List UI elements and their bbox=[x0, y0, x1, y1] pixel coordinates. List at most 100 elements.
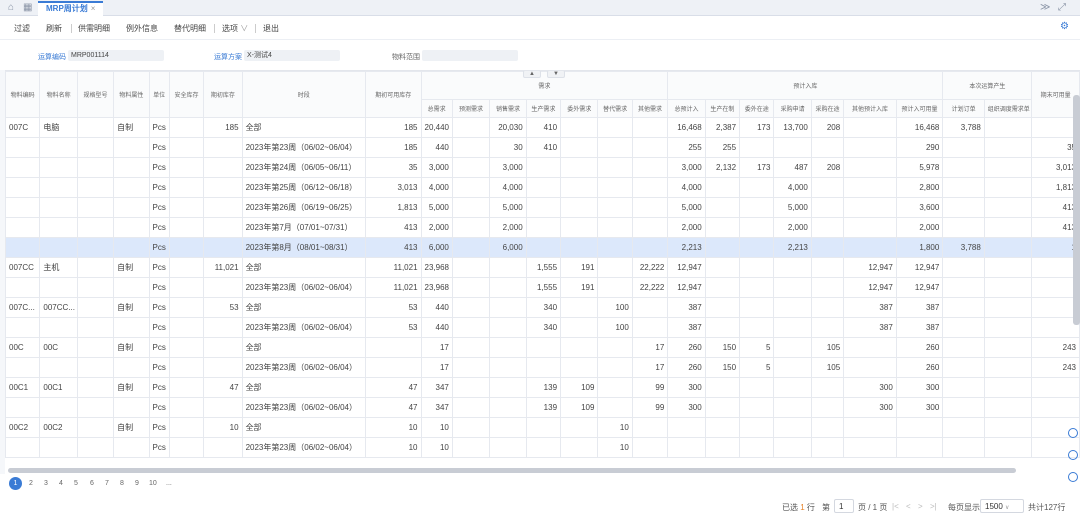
table-row[interactable]: 00C2 00C2 自制 Pcs 10 全部 10 10 10 bbox=[5, 417, 1080, 438]
table-cell: 413 bbox=[364, 237, 422, 258]
col-header[interactable]: 期初库存 bbox=[203, 71, 243, 118]
table-row[interactable]: 007C 电脑 自制 Pcs 185 全部 185 20,440 20,030 410 16,468… bbox=[5, 117, 1080, 138]
col-header[interactable]: 规格型号 bbox=[76, 71, 115, 118]
table-cell bbox=[983, 357, 1033, 378]
table-cell: Pcs bbox=[148, 377, 170, 398]
table-row[interactable]: 00C 00C 自制 Pcs 全部 17 17 260 150 5 105 260 243 bbox=[5, 337, 1080, 358]
expand-down-icon[interactable]: ▼ bbox=[547, 71, 565, 78]
page-button[interactable]: 10 bbox=[149, 480, 157, 487]
settings-icon[interactable]: ⚙ bbox=[1060, 21, 1069, 32]
substitute-detail-button[interactable]: 替代明细 bbox=[174, 23, 206, 34]
material-range-field[interactable] bbox=[422, 50, 518, 61]
exception-info-button[interactable]: 例外信息 bbox=[126, 23, 158, 34]
table-row[interactable]: Pcs 2023年第23周（06/02~06/04） 11,021 23,968 1,5… bbox=[5, 277, 1080, 298]
page-button[interactable]: 9 bbox=[135, 480, 139, 487]
col-header[interactable]: 组织调度需求单 bbox=[983, 99, 1033, 118]
calc-code-field[interactable]: MRP001114 bbox=[68, 50, 164, 61]
supply-demand-detail-button[interactable]: 供需明细 bbox=[78, 23, 110, 34]
col-header[interactable]: 物料属性 bbox=[113, 71, 150, 118]
filter-button[interactable]: 过滤 bbox=[14, 23, 30, 34]
table-cell: 2023年第23周（06/02~06/04） bbox=[241, 397, 366, 418]
col-header[interactable]: 销售需求 bbox=[489, 99, 527, 118]
last-page-button[interactable]: >| bbox=[930, 502, 937, 511]
table-cell bbox=[168, 317, 205, 338]
table-cell: 208 bbox=[810, 157, 845, 178]
table-row[interactable]: Pcs 2023年第23周（06/02~06/04） 53 440 340 100 387 3… bbox=[5, 317, 1080, 338]
fullscreen-icon[interactable]: ⤢ bbox=[1058, 2, 1066, 13]
col-header[interactable]: 计划订单 bbox=[942, 99, 985, 118]
table-row[interactable]: 007C... 007CC... 自制 Pcs 53 全部 53 440 340 100 387 38… bbox=[5, 297, 1080, 318]
col-header[interactable]: 采购在途 bbox=[810, 99, 845, 118]
chat-icon[interactable] bbox=[1068, 472, 1078, 482]
col-header[interactable]: 委外需求 bbox=[560, 99, 599, 118]
table-cell: 173 bbox=[739, 157, 775, 178]
table-row[interactable]: 007CC 主机 自制 Pcs 11,021 全部 11,021 23,968 1,555 191… bbox=[5, 257, 1080, 278]
vertical-scrollbar[interactable] bbox=[1073, 95, 1080, 325]
page-1-button[interactable]: 1 bbox=[9, 477, 22, 490]
refresh-button[interactable]: 刷新 bbox=[46, 23, 62, 34]
table-cell bbox=[810, 277, 845, 298]
prev-page-button[interactable]: < bbox=[906, 502, 911, 511]
table-row[interactable]: Pcs 2023年第23周（06/02~06/04） 17 17 260 150 5 105 2… bbox=[5, 357, 1080, 378]
page-button[interactable]: 8 bbox=[120, 480, 124, 487]
table-row[interactable]: Pcs 2023年第7月（07/01~07/31） 413 2,000 2,000 2,0… bbox=[5, 217, 1080, 238]
collapse-up-icon[interactable]: ▲ bbox=[523, 71, 541, 78]
page-button[interactable]: 7 bbox=[105, 480, 109, 487]
col-header[interactable]: 其他需求 bbox=[631, 99, 669, 118]
table-cell: 2,132 bbox=[704, 157, 741, 178]
table-row[interactable]: Pcs 2023年第25周（06/12~06/18） 3,013 4,000 4,000… bbox=[5, 177, 1080, 198]
first-page-button[interactable]: |< bbox=[892, 502, 899, 511]
collapse-icon[interactable]: ≫ bbox=[1040, 2, 1050, 13]
per-page-select[interactable]: 1500 ∨ bbox=[980, 499, 1024, 513]
table-cell: 2023年第26周（06/19~06/25） bbox=[241, 197, 366, 218]
table-cell bbox=[76, 137, 115, 158]
col-header[interactable]: 物料编码 bbox=[5, 71, 41, 118]
cloud-icon[interactable] bbox=[1068, 428, 1078, 438]
page-button[interactable]: 5 bbox=[74, 480, 78, 487]
page-button[interactable]: 3 bbox=[44, 480, 48, 487]
page-button[interactable]: 2 bbox=[29, 480, 33, 487]
col-header[interactable]: 采购申请 bbox=[773, 99, 812, 118]
page-button[interactable]: 6 bbox=[90, 480, 94, 487]
table-cell bbox=[525, 157, 562, 178]
tab-mrp-weekly-plan[interactable]: MRP周计划 × bbox=[38, 1, 104, 16]
page-button[interactable]: 4 bbox=[59, 480, 63, 487]
col-header[interactable]: 生产需求 bbox=[525, 99, 562, 118]
next-page-button[interactable]: > bbox=[918, 502, 923, 511]
col-header[interactable]: 预测需求 bbox=[451, 99, 491, 118]
col-header[interactable]: 期初可用库存 bbox=[364, 71, 422, 118]
help-icon[interactable] bbox=[1068, 450, 1078, 460]
col-header[interactable]: 其他预计入库 bbox=[843, 99, 897, 118]
table-row[interactable]: Pcs 2023年第26周（06/19~06/25） 1,813 5,000 5,000… bbox=[5, 197, 1080, 218]
table-cell bbox=[843, 197, 897, 218]
col-header[interactable]: 预计入可用量 bbox=[895, 99, 944, 118]
col-header[interactable]: 委外在途 bbox=[739, 99, 775, 118]
exit-button[interactable]: 退出 bbox=[263, 23, 279, 34]
table-row[interactable]: 00C1 00C1 自制 Pcs 47 全部 47 347 139 109 99 300 300 300 bbox=[5, 377, 1080, 398]
col-header[interactable]: 物料名称 bbox=[39, 71, 78, 118]
table-cell: 387 bbox=[895, 297, 944, 318]
table-cell bbox=[168, 257, 205, 278]
table-cell: 2023年第23周（06/02~06/04） bbox=[241, 437, 366, 458]
table-cell: Pcs bbox=[148, 237, 170, 258]
col-header[interactable]: 安全库存 bbox=[168, 71, 205, 118]
table-row[interactable]: Pcs 2023年第8月（08/01~08/31） 413 6,000 6,000 2,2… bbox=[5, 237, 1080, 258]
page-number-input[interactable]: 1 bbox=[834, 499, 854, 513]
col-header[interactable]: 单位 bbox=[148, 71, 170, 118]
col-header[interactable]: 时段 bbox=[241, 71, 366, 118]
close-tab-icon[interactable]: × bbox=[91, 4, 96, 13]
col-header[interactable]: 替代需求 bbox=[597, 99, 633, 118]
horizontal-scrollbar[interactable] bbox=[8, 468, 1016, 473]
table-row[interactable]: Pcs 2023年第23周（06/02~06/04） 10 10 10 bbox=[5, 437, 1080, 458]
toolbar: 过滤 刷新 供需明细 例外信息 替代明细 选项 ∨ 退出 ⚙ bbox=[0, 16, 1080, 40]
table-row[interactable]: Pcs 2023年第23周（06/02~06/04） 47 347 139 109 99 30… bbox=[5, 397, 1080, 418]
home-icon[interactable]: ⌂ bbox=[8, 2, 14, 13]
col-header[interactable]: 总预计入 bbox=[667, 99, 706, 118]
options-button[interactable]: 选项 ∨ bbox=[222, 23, 248, 34]
table-row[interactable]: Pcs 2023年第24周（06/05~06/11） 35 3,000 3,000 3,0… bbox=[5, 157, 1080, 178]
calc-plan-field[interactable]: X-测试4 bbox=[244, 50, 340, 61]
col-header[interactable]: 生产在制 bbox=[704, 99, 741, 118]
col-header[interactable]: 总需求 bbox=[420, 99, 453, 118]
table-row[interactable]: Pcs 2023年第23周（06/02~06/04） 185 440 30 410 255 2… bbox=[5, 137, 1080, 158]
grid-menu-icon[interactable]: ▦ bbox=[23, 2, 32, 13]
